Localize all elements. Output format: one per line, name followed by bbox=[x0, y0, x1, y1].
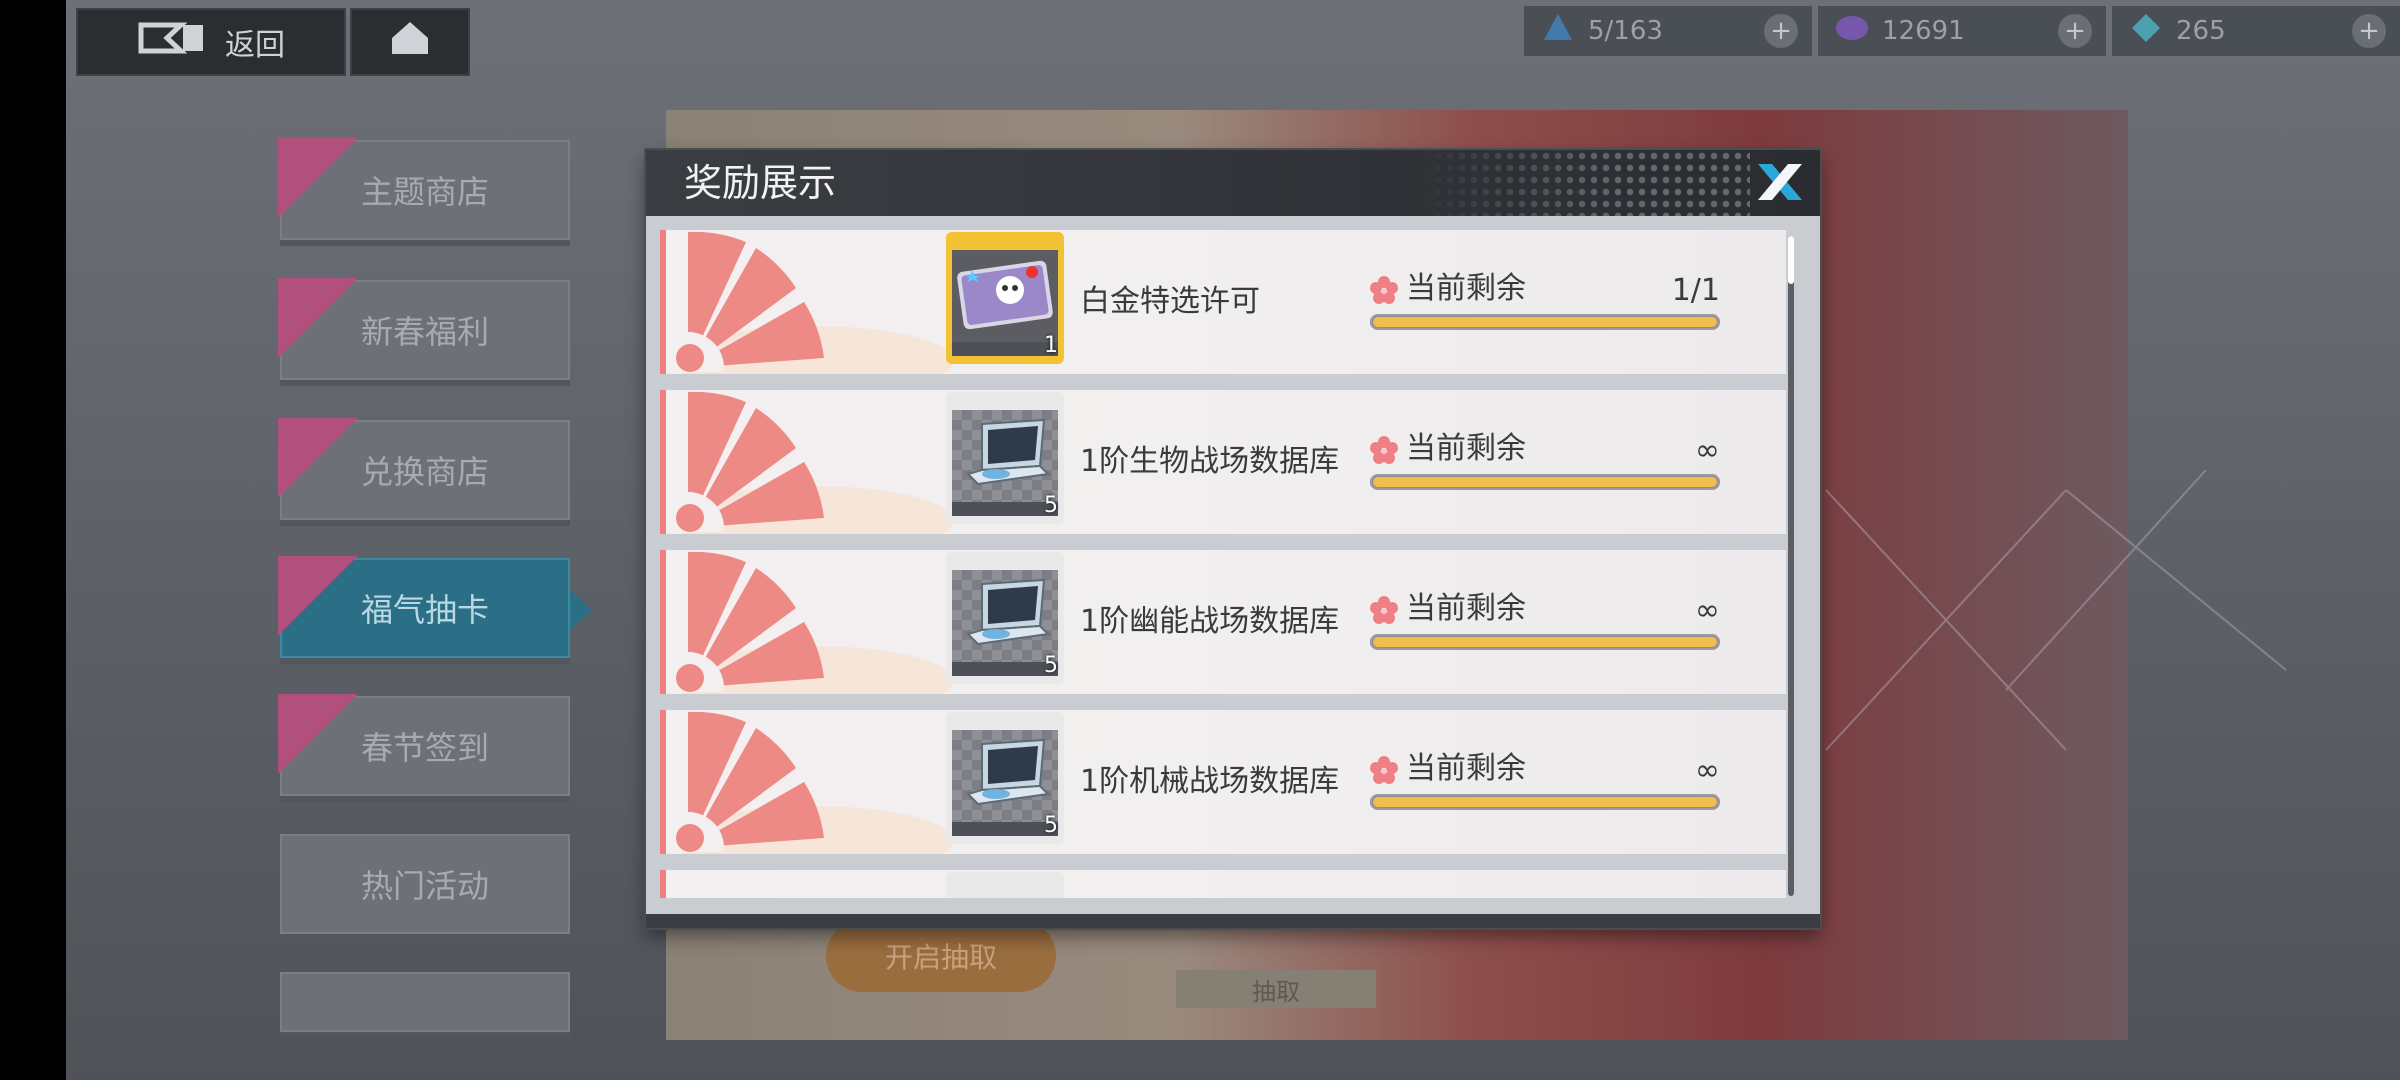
home-icon bbox=[388, 18, 432, 66]
scrollbar-thumb[interactable] bbox=[1788, 236, 1794, 284]
flower-icon bbox=[1370, 436, 1398, 464]
item-name: 1阶生物战场数据库 bbox=[1080, 444, 1340, 479]
item-quantity: 1 bbox=[1044, 333, 1058, 358]
fan-decoration-icon bbox=[666, 231, 824, 372]
sidebar-item-theme-shop[interactable]: 主题商店 bbox=[278, 138, 570, 240]
back-icon bbox=[137, 21, 207, 63]
item-quantity: 5 bbox=[1044, 653, 1058, 678]
reward-display-dialog: 奖励展示 1 白金特选许可 当前剩余 1/1 5 1阶生物战场数据库 当前剩余 … bbox=[646, 150, 1820, 928]
remaining-value: 1/1 bbox=[1671, 273, 1720, 308]
remaining-info: 当前剩余 ∞ bbox=[1370, 590, 1720, 650]
add-crystal-button[interactable]: + bbox=[2058, 14, 2092, 48]
item-name: 1阶幽能战场数据库 bbox=[1080, 604, 1340, 639]
sidebar-item-new-year-welfare[interactable]: 新春福利 bbox=[278, 278, 570, 380]
new-tag bbox=[278, 418, 358, 498]
reward-list[interactable]: 1 白金特选许可 当前剩余 1/1 5 1阶生物战场数据库 当前剩余 ∞ 5 1… bbox=[660, 230, 1786, 898]
remaining-value: ∞ bbox=[1695, 433, 1720, 468]
resource-value: 12691 bbox=[1882, 16, 1965, 46]
home-button[interactable] bbox=[350, 8, 470, 76]
remaining-label: 当前剩余 bbox=[1406, 591, 1526, 626]
sidebar-item-hot-events[interactable]: 热门活动 bbox=[280, 834, 570, 934]
fan-decoration-icon bbox=[666, 551, 824, 692]
remaining-value: ∞ bbox=[1695, 753, 1720, 788]
reward-row: 5 1阶幽能战场数据库 当前剩余 ∞ bbox=[660, 550, 1786, 694]
remaining-info: 当前剩余 ∞ bbox=[1370, 430, 1720, 490]
remaining-label: 当前剩余 bbox=[1406, 431, 1526, 466]
fan-decoration-icon bbox=[666, 711, 824, 852]
new-tag bbox=[278, 694, 358, 774]
flower-icon bbox=[1370, 276, 1398, 304]
flower-icon bbox=[1370, 756, 1398, 784]
resource-diamond: 265 + bbox=[2112, 6, 2400, 56]
remaining-label: 当前剩余 bbox=[1406, 751, 1526, 786]
laptop-icon bbox=[966, 418, 1051, 486]
crystal-icon bbox=[1832, 10, 1872, 53]
laptop-icon bbox=[966, 578, 1051, 646]
item-icon-box[interactable] bbox=[946, 872, 1064, 898]
flower-icon bbox=[1370, 596, 1398, 624]
sidebar-item-label: 兑换商店 bbox=[360, 453, 489, 491]
sidebar-item-label: 福气抽卡 bbox=[360, 591, 489, 629]
scrollbar-track[interactable] bbox=[1788, 236, 1794, 896]
remaining-bar-fill bbox=[1373, 637, 1717, 647]
resource-stamina: 5/163 + bbox=[1524, 6, 1812, 56]
remaining-bar bbox=[1370, 794, 1720, 810]
item-icon-box[interactable]: 5 bbox=[946, 712, 1064, 844]
remaining-info: 当前剩余 1/1 bbox=[1370, 270, 1720, 330]
ticket-icon bbox=[957, 260, 1053, 330]
dialog-footer bbox=[646, 914, 1820, 928]
dialog-title: 奖励展示 bbox=[684, 161, 837, 205]
remaining-bar bbox=[1370, 314, 1720, 330]
new-tag bbox=[278, 138, 358, 218]
sidebar-item-spring-checkin[interactable]: 春节签到 bbox=[278, 694, 570, 796]
remaining-bar-fill bbox=[1373, 477, 1717, 487]
sidebar-item-exchange-shop[interactable]: 兑换商店 bbox=[278, 418, 570, 520]
remaining-bar bbox=[1370, 474, 1720, 490]
reward-row: 1 白金特选许可 当前剩余 1/1 bbox=[660, 230, 1786, 374]
back-label: 返回 bbox=[225, 28, 285, 63]
sidebar-item-label: 主题商店 bbox=[360, 173, 489, 211]
banner-draw-button[interactable]: 开启抽取 bbox=[826, 920, 1056, 992]
item-quantity: 5 bbox=[1044, 813, 1058, 838]
dialog-header: 奖励展示 bbox=[646, 150, 1820, 216]
reward-row: 5 1阶机械战场数据库 当前剩余 ∞ bbox=[660, 710, 1786, 854]
fan-decoration-icon bbox=[666, 391, 824, 532]
resource-crystal: 12691 + bbox=[1818, 6, 2106, 56]
close-button[interactable] bbox=[1752, 158, 1808, 210]
add-diamond-button[interactable]: + bbox=[2352, 14, 2386, 48]
new-tag bbox=[278, 278, 358, 358]
laptop-icon bbox=[966, 738, 1051, 806]
add-stamina-button[interactable]: + bbox=[1764, 14, 1798, 48]
sidebar-item-lucky-draw[interactable]: 福气抽卡 bbox=[278, 556, 592, 658]
back-button[interactable]: 返回 bbox=[76, 8, 346, 76]
remaining-bar-fill bbox=[1373, 317, 1717, 327]
header-pattern bbox=[1420, 150, 1750, 216]
sidebar-item-label: 春节签到 bbox=[360, 729, 489, 767]
stamina-icon bbox=[1538, 10, 1578, 53]
new-tag bbox=[278, 556, 358, 636]
item-icon-box[interactable]: 5 bbox=[946, 552, 1064, 684]
remaining-label: 当前剩余 bbox=[1406, 271, 1526, 306]
close-icon bbox=[1752, 160, 1808, 208]
remaining-bar-fill bbox=[1373, 797, 1717, 807]
sidebar-item-label: 新春福利 bbox=[360, 313, 489, 351]
decorative-lines bbox=[1825, 470, 2287, 751]
reward-row-partial bbox=[660, 870, 1786, 898]
remaining-value: ∞ bbox=[1695, 593, 1720, 628]
resource-value: 5/163 bbox=[1588, 16, 1663, 46]
resource-value: 265 bbox=[2176, 16, 2226, 46]
sidebar-item-label: 热门活动 bbox=[360, 867, 489, 905]
item-name: 1阶机械战场数据库 bbox=[1080, 764, 1340, 799]
remaining-bar bbox=[1370, 634, 1720, 650]
item-name: 白金特选许可 bbox=[1080, 284, 1260, 319]
remaining-info: 当前剩余 ∞ bbox=[1370, 750, 1720, 810]
item-quantity: 5 bbox=[1044, 493, 1058, 518]
item-icon-box[interactable]: 5 bbox=[946, 392, 1064, 524]
sidebar-item-more[interactable] bbox=[280, 972, 570, 1032]
item-icon-box[interactable]: 1 bbox=[946, 232, 1064, 364]
diamond-icon bbox=[2126, 10, 2166, 53]
banner-sub-label: 抽取 bbox=[1176, 970, 1376, 1008]
reward-row: 5 1阶生物战场数据库 当前剩余 ∞ bbox=[660, 390, 1786, 534]
